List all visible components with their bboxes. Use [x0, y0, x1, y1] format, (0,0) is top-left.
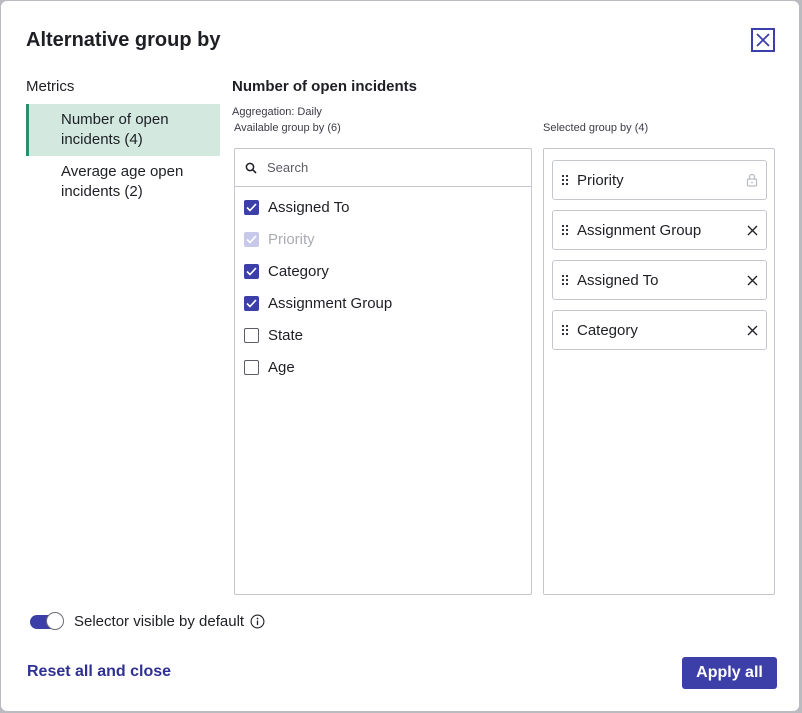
selected-group-by-label: Selected group by (4) — [543, 122, 649, 134]
checkbox[interactable] — [244, 263, 259, 279]
selector-visible-toggle-row: Selector visible by default — [30, 611, 265, 630]
option-label: Assigned To — [268, 198, 350, 216]
search-icon — [245, 162, 257, 174]
apply-all-button[interactable]: Apply all — [682, 657, 777, 689]
metric-item-label: Number of open incidents (4) — [61, 111, 169, 148]
checkmark-icon — [246, 202, 257, 212]
selected-group-by-list: Priority Assignment Group Assigned To Ca… — [543, 148, 775, 595]
selected-chip-category[interactable]: Category — [552, 310, 767, 350]
option-category[interactable]: Category — [235, 255, 531, 287]
checkmark-icon — [246, 298, 257, 308]
option-assignment-group[interactable]: Assignment Group — [235, 287, 531, 319]
available-group-by-list: Assigned To Priority Category Assignment… — [234, 148, 532, 595]
lock-icon — [746, 173, 758, 187]
drag-handle-icon[interactable] — [561, 224, 569, 236]
option-age[interactable]: Age — [235, 351, 531, 383]
drag-handle-icon[interactable] — [561, 174, 569, 186]
panel-title: Number of open incidents — [232, 78, 418, 95]
option-label: Age — [268, 358, 295, 376]
checkmark-icon — [246, 234, 257, 244]
search-input[interactable] — [265, 159, 509, 176]
checkbox — [244, 231, 259, 247]
close-icon — [756, 33, 770, 47]
aggregation-text: Aggregation: Daily — [232, 106, 322, 118]
selector-visible-toggle[interactable] — [30, 611, 64, 630]
selected-chip-priority[interactable]: Priority — [552, 160, 767, 200]
option-list: Assigned To Priority Category Assignment… — [235, 187, 531, 383]
metrics-heading: Metrics — [26, 78, 75, 95]
chip-label: Priority — [577, 171, 624, 189]
alternative-group-by-dialog: Alternative group by Metrics Number of o… — [1, 1, 799, 711]
metric-item-open-incidents[interactable]: Number of open incidents (4) — [26, 104, 220, 156]
remove-icon[interactable] — [747, 225, 758, 236]
toggle-label: Selector visible by default — [74, 613, 245, 630]
checkmark-icon — [246, 266, 257, 276]
selected-chip-assignment-group[interactable]: Assignment Group — [552, 210, 767, 250]
drag-handle-icon[interactable] — [561, 324, 569, 336]
toggle-knob — [46, 611, 64, 630]
drag-handle-icon[interactable] — [561, 274, 569, 286]
metric-list: Number of open incidents (4) Average age… — [26, 104, 220, 208]
option-state[interactable]: State — [235, 319, 531, 351]
selected-chip-assigned-to[interactable]: Assigned To — [552, 260, 767, 300]
option-label: Category — [268, 262, 329, 280]
checkbox[interactable] — [244, 327, 259, 343]
option-label: State — [268, 326, 304, 344]
checkbox[interactable] — [244, 359, 259, 375]
search-row — [235, 149, 531, 187]
chip-label: Assignment Group — [577, 221, 702, 239]
metric-item-average-age[interactable]: Average age open incidents (2) — [26, 156, 220, 208]
option-label: Priority — [268, 230, 315, 248]
chip-label: Category — [577, 321, 638, 339]
chip-label: Assigned To — [577, 271, 659, 289]
info-icon[interactable] — [250, 614, 265, 629]
remove-icon[interactable] — [747, 275, 758, 286]
reset-all-and-close-link[interactable]: Reset all and close — [27, 663, 171, 681]
option-label: Assignment Group — [268, 294, 393, 312]
checkbox[interactable] — [244, 295, 259, 311]
metric-item-label: Average age open incidents (2) — [61, 163, 184, 200]
dialog-title: Alternative group by — [26, 29, 221, 51]
checkbox[interactable] — [244, 199, 259, 215]
option-priority: Priority — [235, 223, 531, 255]
available-group-by-label: Available group by (6) — [234, 122, 341, 134]
remove-icon[interactable] — [747, 325, 758, 336]
close-button[interactable] — [751, 28, 775, 52]
option-assigned-to[interactable]: Assigned To — [235, 191, 531, 223]
